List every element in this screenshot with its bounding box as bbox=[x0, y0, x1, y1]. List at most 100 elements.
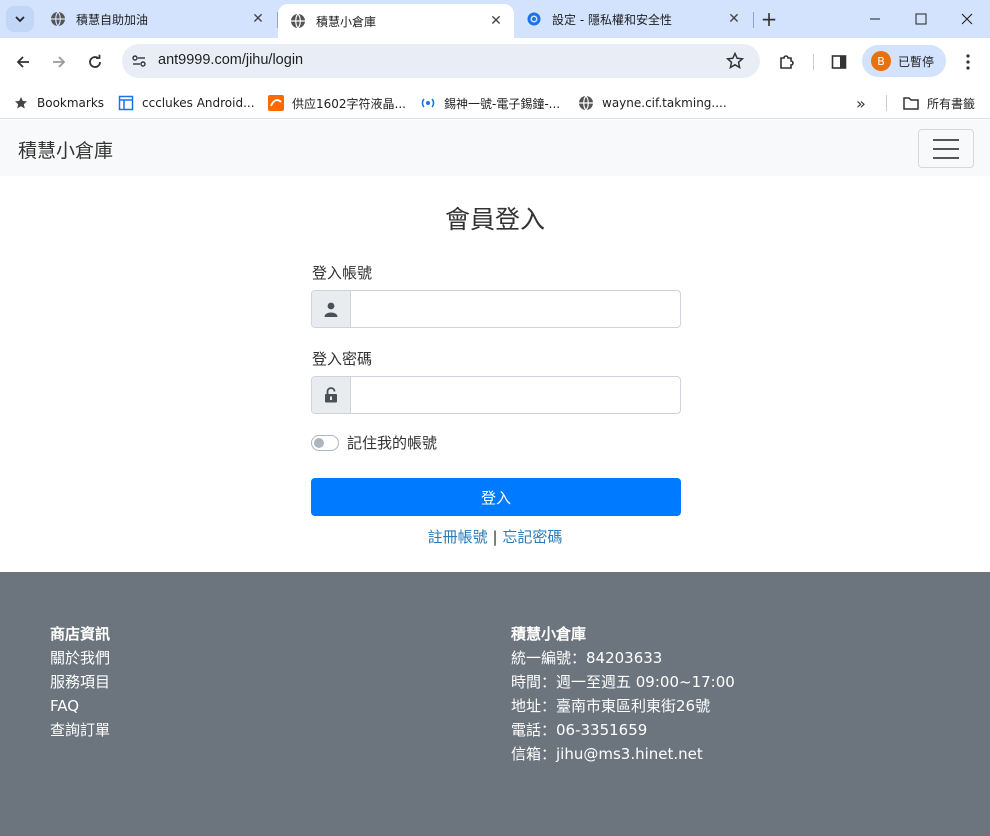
password-input-group bbox=[311, 376, 681, 414]
password-label: 登入密碼 bbox=[312, 350, 373, 368]
close-icon bbox=[961, 13, 973, 25]
footer-link-orders[interactable]: 查詢訂單 bbox=[50, 718, 110, 742]
login-button[interactable]: 登入 bbox=[311, 478, 681, 516]
bookmark-label: 錫神一號-電子錫鐘-... bbox=[444, 96, 561, 111]
tab-strip: 積慧自助加油 ✕ 積慧小倉庫 ✕ 設定 - 隱私權和安全性 ✕ + bbox=[0, 0, 990, 38]
chevron-double-right-icon: » bbox=[856, 93, 866, 113]
globe-icon bbox=[578, 95, 594, 111]
bookmark-item[interactable]: Bookmarks bbox=[13, 92, 104, 114]
folder-icon bbox=[903, 95, 919, 111]
plus-icon: + bbox=[760, 7, 778, 31]
star-icon bbox=[13, 95, 29, 111]
menu-button[interactable] bbox=[955, 49, 981, 75]
bookmark-label: ccclukes Android... bbox=[142, 96, 255, 110]
bookmark-label: 所有書籤 bbox=[927, 96, 976, 111]
toolbar-divider bbox=[813, 54, 814, 70]
minimize-icon bbox=[870, 18, 880, 20]
unlock-icon bbox=[312, 377, 351, 413]
page-icon bbox=[118, 95, 134, 111]
tab-settings[interactable]: 設定 - 隱私權和安全性 ✕ bbox=[514, 0, 752, 38]
arrow-left-icon bbox=[16, 56, 29, 68]
site-footer: 商店資訊 關於我們 服務項目 FAQ 查詢訂單 積慧小倉庫 統一編號：84203… bbox=[0, 572, 990, 836]
close-icon[interactable]: ✕ bbox=[724, 9, 744, 29]
close-window-button[interactable] bbox=[944, 0, 990, 38]
bookmarks-divider bbox=[886, 95, 887, 111]
tab-title: 積慧小倉庫 bbox=[316, 14, 377, 29]
site-info-icon[interactable] bbox=[131, 53, 147, 73]
radio-icon bbox=[420, 95, 436, 111]
maximize-icon bbox=[915, 13, 927, 25]
bookmark-label: Bookmarks bbox=[37, 96, 105, 110]
tab-jihu-fuel[interactable]: 積慧自助加油 ✕ bbox=[38, 0, 276, 38]
remember-switch-row: 記住我的帳號 bbox=[311, 432, 437, 453]
alibaba-icon bbox=[268, 95, 284, 111]
new-tab-button[interactable]: + bbox=[756, 6, 782, 32]
tab-divider bbox=[753, 12, 754, 28]
avatar: B bbox=[871, 51, 891, 71]
remember-toggle[interactable] bbox=[311, 434, 339, 451]
arrow-right-icon bbox=[53, 56, 66, 68]
account-input[interactable] bbox=[351, 291, 680, 327]
site-navbar: 積慧小倉庫 bbox=[0, 120, 990, 176]
bookmarks-bar: Bookmarks ccclukes Android... 供应1602字符液晶… bbox=[0, 86, 990, 119]
footer-link-services[interactable]: 服務項目 bbox=[50, 670, 110, 694]
footer-heading: 積慧小倉庫 bbox=[511, 625, 587, 643]
bookmark-item[interactable]: wayne.cif.takming.... bbox=[578, 92, 727, 114]
minimize-button[interactable] bbox=[852, 0, 898, 38]
password-input[interactable] bbox=[351, 377, 680, 413]
side-panel-button[interactable] bbox=[826, 49, 852, 75]
tab-title: 積慧自助加油 bbox=[76, 12, 149, 27]
tab-jihu-warehouse[interactable]: 積慧小倉庫 ✕ bbox=[278, 4, 514, 38]
star-icon[interactable] bbox=[725, 51, 745, 74]
bookmark-item[interactable]: 錫神一號-電子錫鐘-... bbox=[420, 92, 560, 114]
remember-label[interactable]: 記住我的帳號 bbox=[347, 432, 437, 453]
account-input-group bbox=[311, 290, 681, 328]
reload-button[interactable] bbox=[82, 49, 108, 75]
back-button[interactable] bbox=[10, 49, 36, 75]
hamburger-icon bbox=[933, 138, 959, 141]
tab-search-button[interactable] bbox=[6, 6, 34, 32]
brand-link[interactable]: 積慧小倉庫 bbox=[18, 136, 113, 163]
profile-status: 已暫停 bbox=[898, 54, 935, 69]
side-panel-icon bbox=[831, 55, 847, 69]
footer-company-info: 積慧小倉庫 統一編號：84203633 時間：週一至週五 09:00~17:00… bbox=[511, 622, 735, 766]
hamburger-icon bbox=[933, 156, 959, 159]
maximize-button[interactable] bbox=[898, 0, 944, 38]
footer-store-info: 商店資訊 關於我們 服務項目 FAQ 查詢訂單 bbox=[50, 622, 110, 742]
bookmark-label: 供应1602字符液晶... bbox=[292, 96, 406, 111]
footer-phone: 電話：06-3351659 bbox=[511, 721, 648, 739]
register-link[interactable]: 註冊帳號 bbox=[428, 528, 488, 546]
gear-icon bbox=[526, 11, 542, 27]
close-icon[interactable]: ✕ bbox=[486, 11, 506, 31]
extensions-button[interactable] bbox=[774, 49, 800, 75]
footer-hours: 時間：週一至週五 09:00~17:00 bbox=[511, 673, 735, 691]
globe-icon bbox=[290, 13, 306, 29]
all-bookmarks-button[interactable]: 所有書籤 bbox=[903, 92, 975, 114]
footer-address: 地址：臺南市東區利東街26號 bbox=[511, 697, 711, 715]
page-title: 會員登入 bbox=[444, 205, 545, 234]
footer-link-about[interactable]: 關於我們 bbox=[50, 646, 110, 670]
bookmark-label: wayne.cif.takming.... bbox=[602, 96, 727, 110]
footer-heading: 商店資訊 bbox=[50, 625, 111, 643]
puzzle-icon bbox=[780, 55, 794, 69]
forward-button[interactable] bbox=[46, 49, 72, 75]
more-bookmarks-button[interactable]: » bbox=[856, 92, 866, 114]
footer-link-faq[interactable]: FAQ bbox=[50, 694, 110, 718]
forgot-password-link[interactable]: 忘記密碼 bbox=[502, 528, 562, 546]
address-bar[interactable]: ant9999.com/jihu/login bbox=[122, 44, 760, 78]
link-separator: | bbox=[492, 528, 498, 546]
account-label: 登入帳號 bbox=[312, 264, 373, 282]
chevron-down-icon bbox=[15, 16, 25, 23]
url-text: ant9999.com/jihu/login bbox=[158, 52, 304, 68]
more-vert-icon bbox=[966, 54, 970, 70]
footer-email: 信箱：jihu@ms3.hinet.net bbox=[511, 745, 703, 763]
profile-button[interactable]: B 已暫停 bbox=[862, 45, 946, 77]
bookmark-item[interactable]: 供应1602字符液晶... bbox=[268, 92, 406, 114]
navbar-toggler[interactable] bbox=[918, 129, 974, 168]
bookmark-item[interactable]: ccclukes Android... bbox=[118, 92, 255, 114]
reload-icon bbox=[89, 54, 101, 68]
close-icon[interactable]: ✕ bbox=[248, 9, 268, 29]
hamburger-icon bbox=[933, 147, 959, 150]
tab-title: 設定 - 隱私權和安全性 bbox=[552, 12, 672, 27]
user-icon bbox=[312, 291, 351, 327]
